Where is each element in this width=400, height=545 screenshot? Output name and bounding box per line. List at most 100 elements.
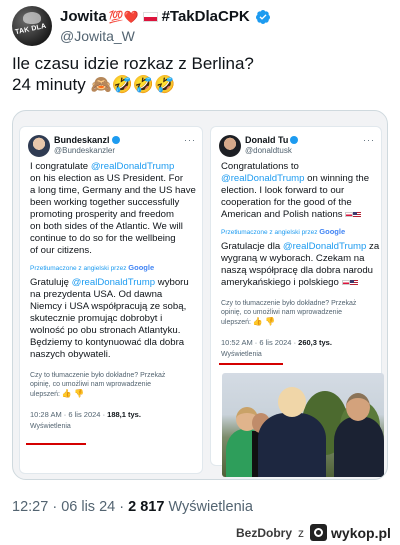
author-name[interactable]: Jowita: [60, 8, 107, 25]
google-logo: Google: [319, 227, 346, 236]
tweet-text: Ile czasu idzie rozkaz z Berlina? 24 min…: [12, 53, 388, 95]
tweet-header: TAK DLA Jowita 💯❤️ #TakDlaCPK @Jowita_W: [12, 6, 388, 46]
post-views: 188,1 tys.: [107, 410, 141, 419]
post-meta: 10:28 AM · 6 lis 2024 · 188,1 tys.: [30, 410, 141, 419]
translated-line: Będziemy to kontynuować dla dobra: [30, 337, 185, 348]
body-line: on his election as US President. For: [30, 173, 184, 184]
body-text: American and Polish nations: [221, 209, 343, 220]
post-date: 6 lis 2024: [259, 338, 292, 347]
verified-badge-icon: [111, 136, 120, 144]
translated-by-label: Przetłumaczone z angielski przez Google: [30, 262, 192, 275]
verified-badge-icon: [290, 136, 299, 144]
body-line: election. I look forward to our: [221, 185, 345, 196]
thumbs-icons: 👍 👎: [61, 389, 85, 398]
embedded-post-body: Congratulations to @realDonaldTrump on w…: [211, 161, 381, 361]
views-label: Wyświetlenia: [30, 423, 71, 430]
mention-link: @realDonaldTrump: [282, 241, 367, 252]
translation-feedback: Czy to tłumaczenie było dokładne? Przeka…: [30, 371, 192, 399]
translated-line: naszą współpracę dla dobra narodu: [221, 265, 374, 276]
body-line: Congratulations to: [221, 161, 299, 172]
body-line: of our citizens.: [30, 245, 92, 256]
wykop-logo-icon: [310, 524, 328, 541]
embedded-post-scholz: Bundeskanzl @Bundeskanzler ··· I congrat…: [19, 126, 203, 474]
watermark-site: wykop.pl: [331, 524, 391, 541]
feedback-line: Czy to tłumaczenie było dokładne? Przeka…: [221, 300, 357, 307]
feedback-line: ulepszeń: 👍 👎: [30, 389, 192, 399]
usa-flag-icon: [353, 212, 362, 217]
wykop-watermark: BezDobry z wykop.pl: [236, 524, 391, 541]
body-line: continue to do so for the wellbeing: [30, 233, 176, 244]
scholz-avatar: [28, 135, 50, 157]
poland-flag-icon: [142, 11, 158, 22]
tweet-footer: 12:27 · 06 lis 24 · 2 817 Wyświetlenia: [12, 499, 253, 515]
translation-feedback: Czy to tłumaczenie było dokładne? Przeka…: [221, 299, 371, 327]
thumbs-icons: 👍 👎: [252, 317, 276, 326]
translated-line: na prezydenta USA. Od dawna: [30, 289, 163, 300]
body-line: promoting prosperity and freedom: [30, 209, 174, 220]
post-time: 10:28 AM: [30, 410, 62, 419]
watermark-z: z: [298, 525, 305, 540]
google-logo: Google: [128, 263, 155, 272]
body-text: on winning the: [304, 173, 370, 184]
translated-text: Gratulacje dla: [221, 241, 283, 252]
author-name-emojis: 💯❤️: [108, 9, 139, 24]
tweet-views-count: 2 817: [128, 499, 165, 515]
body-line: a long time, Germany and the US have: [30, 185, 196, 196]
body-line: @realDonaldTrump on winning the: [221, 173, 371, 185]
embedded-post-header: Donald Tu @donaldtusk ···: [211, 127, 381, 161]
separator: ·: [52, 499, 58, 515]
mention-link: @realDonaldTrump: [221, 173, 305, 184]
body-line: American and Polish nations: [221, 209, 371, 221]
tweet-views-label: Wyświetlenia: [168, 499, 253, 515]
author-name-row[interactable]: Jowita 💯❤️ #TakDlaCPK: [60, 8, 271, 25]
author-avatar[interactable]: TAK DLA: [12, 6, 52, 46]
verified-badge-icon: [255, 9, 270, 24]
translated-label-text: Przetłumaczone z angielski przez: [221, 229, 318, 236]
tweet-image[interactable]: Bundeskanzl @Bundeskanzler ··· I congrat…: [12, 110, 388, 480]
poland-flag-icon: [345, 212, 354, 217]
author-hashtag[interactable]: #TakDlaCPK: [162, 8, 250, 25]
embedded-post-name: Donald Tu: [245, 135, 299, 145]
feedback-line: opinię, co umożliwi nam wprowadzenie: [221, 309, 343, 316]
avatar-text: TAK DLA: [14, 22, 47, 37]
body-text: I congratulate: [30, 161, 91, 172]
translated-line: naszych obywateli.: [30, 349, 111, 360]
translated-line: Gratuluję @realDonaldTrump wyboru: [30, 277, 192, 289]
more-options-icon: ···: [184, 135, 196, 145]
embedded-post-name-text: Bundeskanzl: [54, 135, 110, 145]
tweet-text-line-1: Ile czasu idzie rozkaz z Berlina?: [12, 54, 254, 73]
separator: ·: [119, 499, 125, 515]
tweet-date[interactable]: 06 lis 24: [61, 499, 115, 515]
body-line: cooperation for the good of the: [221, 197, 352, 208]
translated-line: skutecznie promując dobrobyt i: [30, 313, 163, 324]
mention-link: @realDonaldTrump: [90, 161, 175, 172]
feedback-line: opinię, co umożliwi nam wprowadzenie: [30, 381, 152, 388]
avatar-logo-icon: [23, 12, 41, 24]
feedback-line: ulepszeń: 👍 👎: [221, 317, 371, 327]
author-handle[interactable]: @Jowita_W: [60, 28, 135, 44]
body-line: on both sides of the Atlantic. We will: [30, 221, 183, 232]
poland-flag-icon: [341, 280, 350, 285]
feedback-text: ulepszeń:: [221, 319, 251, 326]
translated-line: wolność po obu stronach Atlantyku.: [30, 325, 181, 336]
views-label: Wyświetlenia: [221, 351, 262, 358]
tweet-time[interactable]: 12:27: [12, 499, 48, 515]
photo-person: [334, 417, 384, 477]
translated-label-text: Przetłumaczone z angielski przez: [30, 265, 127, 272]
tweet-text-line-2: 24 minuty 🙈🤣🤣🤣: [12, 74, 388, 95]
translated-by-label: Przetłumaczone z angielski przez Google: [221, 226, 371, 239]
red-underline-right: [219, 363, 283, 365]
embedded-post-header: Bundeskanzl @Bundeskanzler ···: [20, 127, 202, 161]
tusk-avatar: [219, 135, 241, 157]
translated-line: amerykańskiego i polskiego: [221, 277, 371, 289]
body-line: I congratulate @realDonaldTrump: [30, 161, 192, 173]
watermark-user: BezDobry: [236, 525, 293, 540]
red-underline-left: [26, 443, 86, 445]
embedded-post-body: I congratulate @realDonaldTrump on his e…: [20, 161, 202, 433]
embedded-post-handle: @donaldtusk: [245, 146, 292, 155]
translated-text: amerykańskiego i polskiego: [221, 277, 339, 288]
post-time: 10:52 AM: [221, 338, 253, 347]
feedback-text: ulepszeń:: [30, 391, 60, 398]
body-line: been working together successfully: [30, 197, 180, 208]
post-date: 6 lis 2024: [68, 410, 101, 419]
